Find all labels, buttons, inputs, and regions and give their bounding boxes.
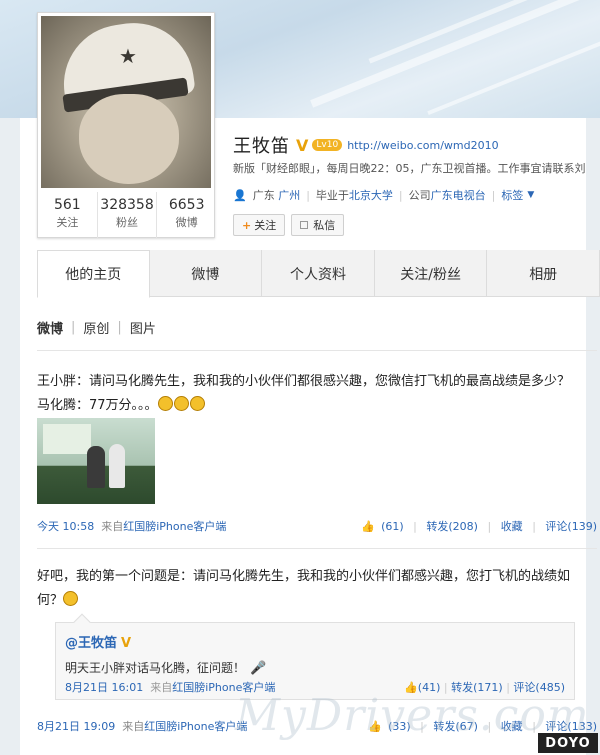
avatar[interactable]: ★	[41, 16, 211, 188]
tab-home[interactable]: 他的主页	[37, 250, 150, 298]
feed-divider	[37, 350, 597, 351]
star-icon: ★	[119, 44, 137, 68]
stat-value: 6653	[168, 197, 205, 213]
reposted-weibo: @王牧笛 V 明天王小胖对话马化腾，征问题！ 🎤 8月21日 16:01 来自红国膀…	[55, 613, 575, 700]
profile-name-line: 王牧笛 V Lv10 http://weibo.com/wmd2010	[233, 132, 499, 158]
laugh-emoji-icon	[173, 396, 189, 411]
divider: |	[306, 188, 310, 202]
repost-time-link[interactable]: 8月21日 16:01	[65, 681, 143, 694]
post-text: 好吧，我的第一个问题是：请问马化腾先生，我和我的小伙伴们都感兴趣，您打飞机的战绩…	[37, 565, 582, 613]
post-text: 王小胖：请问马化腾先生，我和我的小伙伴们都很感兴趣，您微信打飞机的最高战绩是多少…	[37, 370, 582, 418]
repost-author-link[interactable]: @王牧笛	[65, 636, 117, 651]
company-prefix: 公司	[408, 189, 431, 202]
filter-images[interactable]: 图片	[130, 318, 156, 337]
verified-icon[interactable]: V	[121, 636, 131, 651]
message-icon	[300, 221, 309, 229]
stat-label: 微博	[175, 216, 198, 229]
corner-logo: DOYO	[538, 733, 598, 753]
post-text-content: 好吧，我的第一个问题是：请问马化腾先生，我和我的小伙伴们都感兴趣，您打飞机的战绩…	[37, 569, 571, 608]
post-source-prefix: 来自	[122, 720, 145, 733]
level-badge[interactable]: Lv10	[312, 139, 343, 151]
location-prefix: 广东	[252, 189, 275, 202]
company-link[interactable]: 广东电视台	[431, 187, 486, 203]
post-text-content: 王小胖：请问马化腾先生，我和我的小伙伴们都很感兴趣，您微信打飞机的最高战绩是多少…	[37, 374, 571, 413]
post-source-link[interactable]: 红国膀iPhone客户端	[123, 520, 226, 533]
profile-stats: 561 关注 328358 粉丝 6653 微博	[38, 192, 216, 238]
divider: |	[117, 320, 122, 335]
profile-url-link[interactable]: http://weibo.com/wmd2010	[347, 139, 498, 152]
repost-source-prefix: 来自	[150, 681, 173, 694]
school-link[interactable]: 北京大学	[349, 187, 393, 203]
follow-button[interactable]: + 关注	[233, 214, 286, 236]
profile-meta: 👤 广东 广州 | 毕业于 北京大学 | 公司 广东电视台 | 标签 ▼	[233, 187, 534, 203]
tags-link[interactable]: 标签	[501, 187, 523, 203]
post-time-link[interactable]: 今天 10:58	[37, 520, 94, 533]
divider: |	[532, 520, 536, 533]
filter-all[interactable]: 微博	[37, 318, 63, 337]
post-time-link[interactable]: 8月21日 19:09	[37, 720, 115, 733]
divider: |	[71, 320, 76, 335]
laugh-emoji-icon	[189, 396, 205, 411]
repost-button[interactable]: 转发(208)	[426, 520, 478, 533]
profile-tabs: 他的主页 微博 个人资料 关注/粉丝 相册	[37, 250, 600, 298]
divider: |	[491, 188, 496, 202]
post-image-thumbnail[interactable]	[37, 418, 155, 504]
tab-profile-info[interactable]: 个人资料	[262, 250, 375, 297]
microphone-icon: 🎤	[250, 661, 267, 676]
comment-button[interactable]: 评论(139)	[545, 520, 597, 533]
stat-label: 关注	[56, 216, 79, 229]
like-button[interactable]: 👍 (61)	[361, 520, 403, 533]
post-source-link[interactable]: 红国膀iPhone客户端	[144, 720, 247, 733]
profile-card: ★ 561 关注 328358 粉丝 6653 微博	[37, 12, 215, 238]
chevron-down-icon[interactable]: ▼	[527, 190, 534, 200]
post-footer: 今天 10:58 来自红国膀iPhone客户端 👍 (61) | 转发(208) …	[37, 518, 597, 534]
shy-emoji-icon	[63, 591, 79, 606]
tab-weibo[interactable]: 微博	[150, 250, 263, 297]
filter-original[interactable]: 原创	[83, 318, 109, 337]
post-source-prefix: 来自	[101, 520, 124, 533]
tab-follow-fans[interactable]: 关注/粉丝	[375, 250, 488, 297]
watermark: MyDrivers.com	[235, 690, 590, 741]
message-button[interactable]: 私信	[291, 214, 345, 236]
stat-value: 328358	[100, 197, 154, 213]
divider: |	[413, 520, 417, 533]
stat-following[interactable]: 561 关注	[38, 192, 98, 238]
profile-actions: + 关注 私信	[233, 214, 350, 236]
post-divider	[37, 548, 597, 549]
stat-value: 561	[53, 197, 81, 213]
tab-album[interactable]: 相册	[487, 250, 600, 297]
school-prefix: 毕业于	[315, 189, 349, 202]
plus-icon: +	[242, 218, 252, 232]
repost-body: 明天王小胖对话马化腾，征问题！	[65, 661, 246, 675]
profile-name: 王牧笛	[233, 136, 290, 157]
verified-icon[interactable]: V	[296, 136, 308, 155]
feed-filters: 微博 | 原创 | 图片	[37, 318, 156, 337]
divider: |	[398, 188, 403, 202]
laugh-emoji-icon	[157, 396, 173, 411]
profile-intro: 新版「财经郎眼」，每周日晚22：05，广东卫视首播。工作事宜请联系刘	[233, 162, 586, 175]
follow-label: 关注	[254, 219, 277, 232]
stat-posts[interactable]: 6653 微博	[157, 192, 216, 238]
person-icon: 👤	[233, 188, 247, 202]
like-count: (61)	[381, 520, 404, 533]
stat-followers[interactable]: 328358 粉丝	[98, 192, 158, 238]
location-city-link[interactable]: 广州	[278, 187, 300, 203]
divider: |	[487, 520, 492, 533]
favorite-button[interactable]: 收藏	[501, 520, 523, 533]
stat-label: 粉丝	[116, 216, 138, 229]
message-label: 私信	[313, 219, 336, 232]
